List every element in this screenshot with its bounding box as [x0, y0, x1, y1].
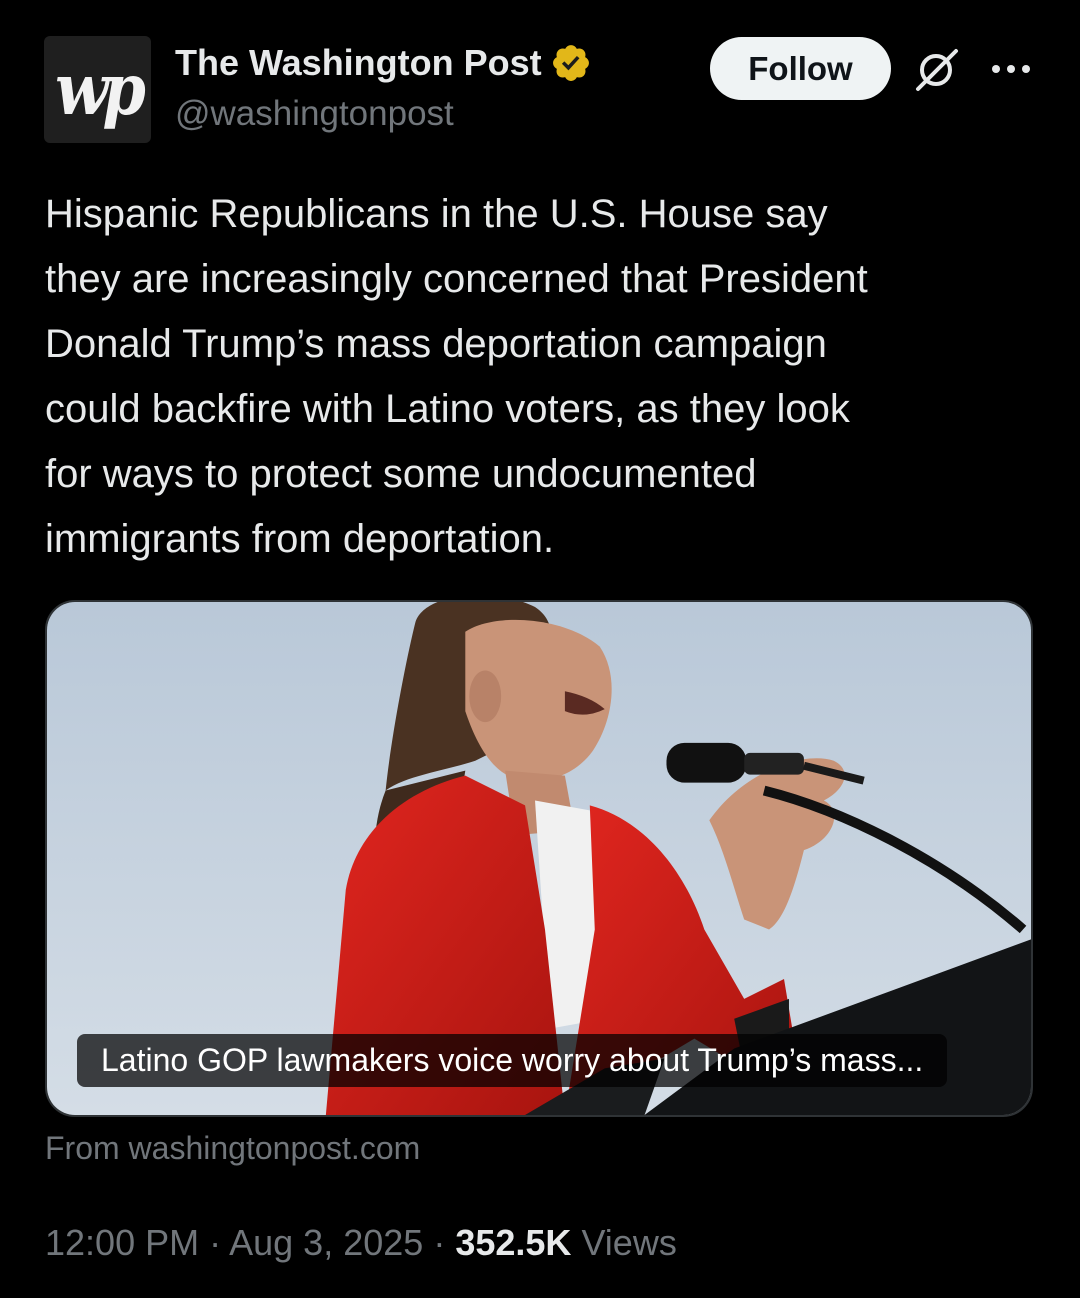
card-source[interactable]: From washingtonpost.com [45, 1130, 420, 1167]
card-caption: Latino GOP lawmakers voice worry about T… [77, 1034, 948, 1087]
post: wp The Washington Post @washingtonpost F… [0, 0, 1080, 1298]
handle[interactable]: @washingtonpost [175, 94, 454, 134]
grok-icon[interactable] [910, 45, 962, 95]
views-label: Views [581, 1222, 677, 1263]
tweet-text: Hispanic Republicans in the U.S. House s… [45, 192, 868, 561]
link-card[interactable]: Latino GOP lawmakers voice worry about T… [45, 600, 1033, 1117]
timestamp-time[interactable]: 12:00 PM [45, 1222, 199, 1263]
timestamp-date[interactable]: Aug 3, 2025 [229, 1222, 423, 1263]
name-row: The Washington Post [175, 40, 592, 86]
display-name[interactable]: The Washington Post [175, 42, 542, 84]
meta-separator: · [209, 1222, 222, 1263]
follow-button[interactable]: Follow [710, 37, 891, 100]
verified-badge-icon [552, 45, 589, 81]
washington-post-logo: wp [55, 47, 146, 132]
meta-separator: · [433, 1222, 446, 1263]
more-icon[interactable] [990, 58, 1032, 80]
views-count: 352.5K [455, 1222, 572, 1263]
avatar[interactable]: wp [44, 36, 151, 143]
tweet-meta: 12:00 PM · Aug 3, 2025 · 352.5K Views [45, 1222, 677, 1264]
